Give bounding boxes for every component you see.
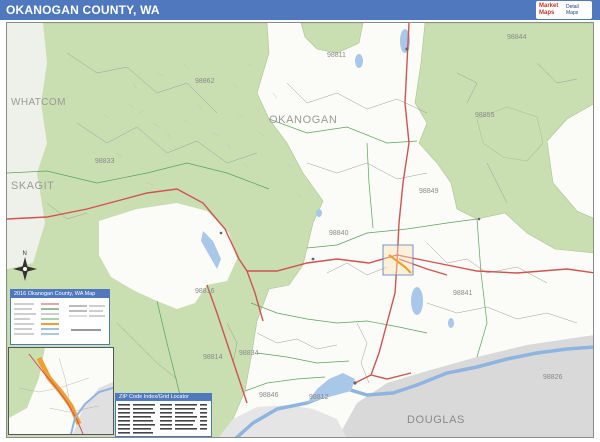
zip-label: 98833 <box>95 158 115 165</box>
lake-omak <box>411 287 423 315</box>
logo-line-2: Maps <box>539 10 555 16</box>
zip-label: 98849 <box>419 188 439 195</box>
logo-line-1: Market <box>539 3 559 9</box>
zip-label: 98840 <box>329 230 349 237</box>
compass-center <box>23 267 27 271</box>
publisher-logo[interactable]: Market Maps Detail Maps <box>536 1 592 19</box>
zip-index-rows <box>118 404 207 434</box>
map-page: OKANOGAN COUNTY, WA Market Maps Detail M… <box>0 0 600 442</box>
zip-label: 98814 <box>203 354 223 361</box>
zip-label: 98846 <box>259 392 279 399</box>
zip-label: 98855 <box>475 112 495 119</box>
zip-label: 98844 <box>507 34 527 41</box>
zip-index-table: ZIP Code Index/Grid Locator <box>115 393 212 437</box>
legend-symbols <box>14 303 105 335</box>
map-title: OKANOGAN COUNTY, WA <box>6 3 160 17</box>
county-label-whatcom: WHATCOM <box>11 97 66 108</box>
zip-label: 98811 <box>327 52 346 59</box>
zip-label: 98816 <box>195 288 215 295</box>
zip-label: 98812 <box>309 394 329 401</box>
inset-svg <box>9 348 113 434</box>
legend-line-samples <box>41 303 101 335</box>
logo-subtitle: Detail Maps <box>566 4 579 16</box>
map-legend: 2016 Okanogan County, WA Map <box>10 289 110 345</box>
logo-wordmark: Market Maps <box>539 3 558 17</box>
county-label-douglas: DOUGLAS <box>407 414 465 426</box>
inset-map-omak[interactable] <box>8 347 114 435</box>
zip-label: 98826 <box>543 374 563 381</box>
zip-label: 98841 <box>453 290 473 297</box>
legend-title: 2016 Okanogan County, WA Map <box>11 290 109 298</box>
zip-label: 98862 <box>195 78 215 85</box>
lake-north <box>355 54 363 68</box>
lake-small-1 <box>448 318 454 328</box>
zip-label: 98834 <box>239 350 259 357</box>
title-bar: OKANOGAN COUNTY, WA Market Maps Detail M… <box>0 0 600 20</box>
county-label-okanogan: OKANOGAN <box>269 114 337 126</box>
zip-row-placeholders <box>118 404 207 434</box>
compass-north-label: N <box>23 251 27 257</box>
county-label-skagit: SKAGIT <box>11 180 54 192</box>
county-west-pale <box>7 23 47 269</box>
zip-index-title: ZIP Code Index/Grid Locator <box>116 394 211 401</box>
lake-small-2 <box>316 209 322 217</box>
